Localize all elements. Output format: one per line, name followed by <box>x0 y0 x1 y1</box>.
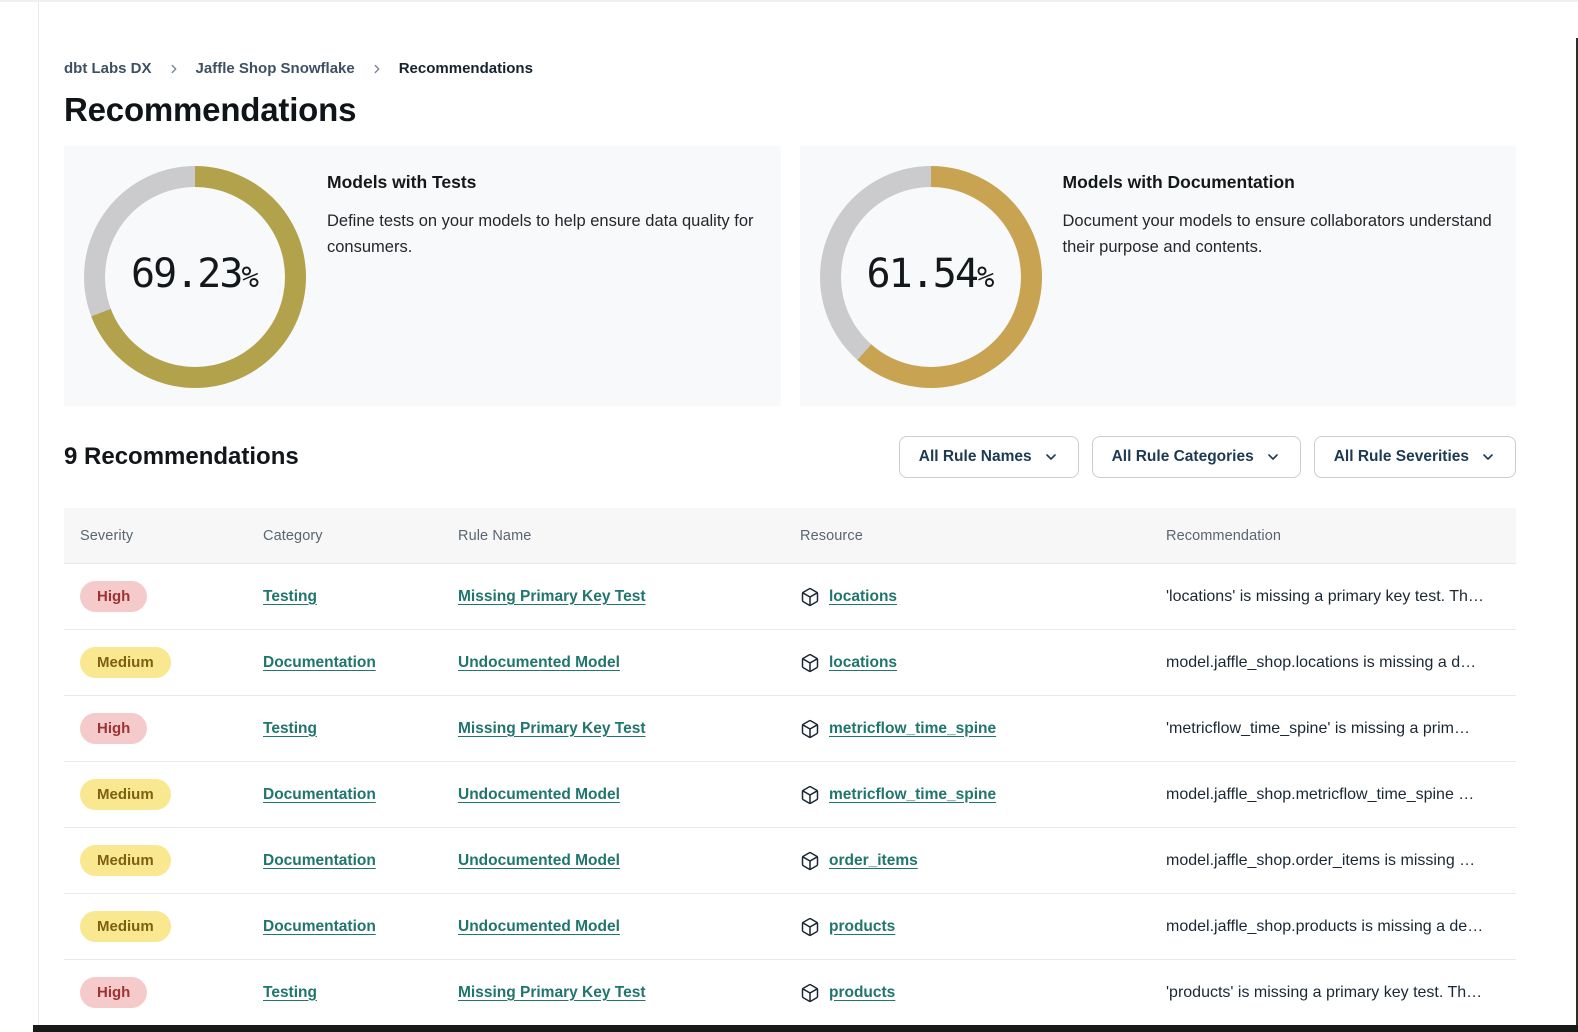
card-title: Models with Documentation <box>1063 172 1508 193</box>
table-row: Medium Documentation Undocumented Model … <box>64 629 1516 695</box>
tests-percent-value: 69.23% <box>84 166 306 388</box>
box-icon <box>800 917 820 937</box>
breadcrumb-item-dbt-labs-dx[interactable]: dbt Labs DX <box>64 60 152 77</box>
severity-badge: Medium <box>80 779 171 810</box>
main-content: dbt Labs DX Jaffle Shop Snowflake Recomm… <box>39 2 1578 1025</box>
rule-name-link[interactable]: Missing Primary Key Test <box>458 588 646 605</box>
rule-severities-filter-dropdown[interactable]: All Rule Severities <box>1314 436 1516 478</box>
rule-name-link[interactable]: Undocumented Model <box>458 786 620 803</box>
card-description: Document your models to ensure collabora… <box>1063 209 1508 260</box>
category-link[interactable]: Testing <box>263 720 317 737</box>
window-bottom-edge <box>33 1025 1578 1032</box>
recommendation-text: model.jaffle_shop.metricflow_time_spine … <box>1166 786 1500 804</box>
rule-name-link[interactable]: Missing Primary Key Test <box>458 720 646 737</box>
resource-link[interactable]: order_items <box>829 852 918 870</box>
table-body: High Testing Missing Primary Key Test lo… <box>64 563 1516 1025</box>
box-icon <box>800 587 820 607</box>
recommendation-text: model.jaffle_shop.products is missing a … <box>1166 918 1500 936</box>
severity-badge: Medium <box>80 911 171 942</box>
table-row: Medium Documentation Undocumented Model … <box>64 893 1516 959</box>
column-header-recommendation: Recommendation <box>1166 528 1500 544</box>
documentation-percent-value: 61.54% <box>820 166 1042 388</box>
resource-link[interactable]: locations <box>829 588 897 606</box>
table-row: Medium Documentation Undocumented Model … <box>64 827 1516 893</box>
resource-link[interactable]: products <box>829 984 895 1002</box>
chevron-down-icon <box>1480 449 1496 465</box>
category-link[interactable]: Testing <box>263 588 317 605</box>
resource-link[interactable]: products <box>829 918 895 936</box>
tests-donut-chart: 69.23% <box>84 166 306 388</box>
category-link[interactable]: Documentation <box>263 918 376 935</box>
models-with-documentation-card: 61.54% Models with Documentation Documen… <box>800 146 1517 406</box>
severity-badge: High <box>80 581 147 612</box>
recommendation-text: model.jaffle_shop.order_items is missing… <box>1166 852 1500 870</box>
resource-link[interactable]: locations <box>829 654 897 672</box>
severity-badge: Medium <box>80 647 171 678</box>
column-header-category: Category <box>263 528 458 544</box>
models-with-tests-card: 69.23% Models with Tests Define tests on… <box>64 146 781 406</box>
filter-bar: All Rule Names All Rule Categories All R… <box>899 436 1516 478</box>
box-icon <box>800 851 820 871</box>
table-row: Medium Documentation Undocumented Model … <box>64 761 1516 827</box>
metric-cards: 69.23% Models with Tests Define tests on… <box>64 146 1516 406</box>
category-link[interactable]: Documentation <box>263 654 376 671</box>
resource-link[interactable]: metricflow_time_spine <box>829 720 996 738</box>
page-title: Recommendations <box>64 91 1516 129</box>
recommendation-text: 'products' is missing a primary key test… <box>1166 984 1500 1002</box>
box-icon <box>800 719 820 739</box>
breadcrumb-item-project[interactable]: Jaffle Shop Snowflake <box>196 60 355 77</box>
table-row: High Testing Missing Primary Key Test me… <box>64 695 1516 761</box>
table-row: High Testing Missing Primary Key Test lo… <box>64 563 1516 629</box>
card-title: Models with Tests <box>327 172 772 193</box>
category-link[interactable]: Testing <box>263 984 317 1001</box>
box-icon <box>800 653 820 673</box>
rule-name-link[interactable]: Undocumented Model <box>458 918 620 935</box>
table-row: High Testing Missing Primary Key Test pr… <box>64 959 1516 1025</box>
column-header-severity: Severity <box>80 528 263 544</box>
sidebar-edge-divider <box>38 2 39 1032</box>
chevron-right-icon <box>370 62 384 76</box>
category-link[interactable]: Documentation <box>263 852 376 869</box>
severity-badge: High <box>80 977 147 1008</box>
box-icon <box>800 785 820 805</box>
column-header-rule-name: Rule Name <box>458 528 800 544</box>
recommendations-table: Severity Category Rule Name Resource Rec… <box>64 508 1516 1025</box>
recommendation-text: 'locations' is missing a primary key tes… <box>1166 588 1500 606</box>
rule-name-link[interactable]: Missing Primary Key Test <box>458 984 646 1001</box>
rule-categories-filter-dropdown[interactable]: All Rule Categories <box>1092 436 1301 478</box>
chevron-right-icon <box>167 62 181 76</box>
recommendation-text: model.jaffle_shop.locations is missing a… <box>1166 654 1500 672</box>
rule-name-link[interactable]: Undocumented Model <box>458 852 620 869</box>
chevron-down-icon <box>1043 449 1059 465</box>
category-link[interactable]: Documentation <box>263 786 376 803</box>
documentation-donut-chart: 61.54% <box>820 166 1042 388</box>
card-description: Define tests on your models to help ensu… <box>327 209 772 260</box>
chevron-down-icon <box>1265 449 1281 465</box>
column-header-resource: Resource <box>800 528 1166 544</box>
severity-badge: Medium <box>80 845 171 876</box>
rule-name-link[interactable]: Undocumented Model <box>458 654 620 671</box>
box-icon <box>800 983 820 1003</box>
rule-names-filter-dropdown[interactable]: All Rule Names <box>899 436 1079 478</box>
recommendations-count-title: 9 Recommendations <box>64 443 299 471</box>
recommendation-text: 'metricflow_time_spine' is missing a pri… <box>1166 720 1500 738</box>
breadcrumb-item-recommendations: Recommendations <box>399 60 533 77</box>
resource-link[interactable]: metricflow_time_spine <box>829 786 996 804</box>
severity-badge: High <box>80 713 147 744</box>
breadcrumb: dbt Labs DX Jaffle Shop Snowflake Recomm… <box>64 60 1516 77</box>
table-header-row: Severity Category Rule Name Resource Rec… <box>64 508 1516 563</box>
